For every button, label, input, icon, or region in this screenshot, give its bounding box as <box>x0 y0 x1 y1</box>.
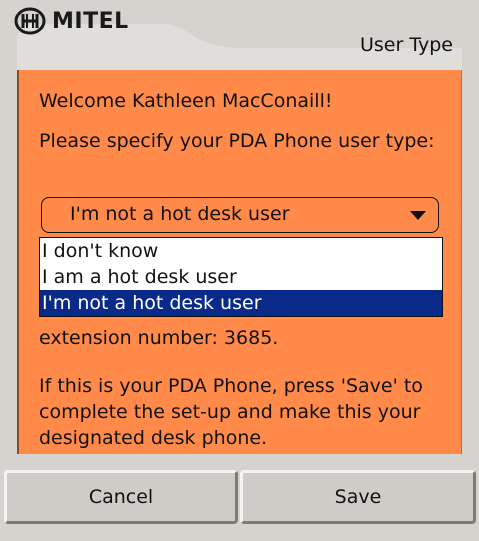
option-hot-desk-user[interactable]: I am a hot desk user <box>40 264 442 290</box>
user-type-select[interactable]: I'm not a hot desk user <box>41 197 439 233</box>
brand-name: MITEL <box>52 8 129 34</box>
user-type-dropdown-list: I don't know I am a hot desk user I'm no… <box>39 237 443 317</box>
footer-bar: Cancel Save <box>0 454 479 541</box>
chevron-down-icon[interactable] <box>410 211 426 220</box>
cancel-button[interactable]: Cancel <box>4 470 238 524</box>
page-title: User Type <box>360 34 453 56</box>
option-dont-know[interactable]: I don't know <box>40 238 442 264</box>
option-not-hot-desk-user[interactable]: I'm not a hot desk user <box>40 290 442 316</box>
info-text: If this is your PDA Phone, press 'Save' … <box>39 375 423 449</box>
prompt-text: Please specify your PDA Phone user type: <box>39 130 435 152</box>
header-bar: MITEL User Type <box>0 0 479 70</box>
welcome-text: Welcome Kathleen MacConaill! <box>39 90 333 112</box>
mitel-logo-icon <box>14 7 46 35</box>
content-panel: Welcome Kathleen MacConaill! Please spec… <box>17 70 462 454</box>
user-type-select-value: I'm not a hot desk user <box>70 203 290 225</box>
mitel-logo: MITEL <box>14 6 129 36</box>
save-button[interactable]: Save <box>240 470 476 524</box>
extension-text: extension number: 3685. <box>39 327 279 349</box>
